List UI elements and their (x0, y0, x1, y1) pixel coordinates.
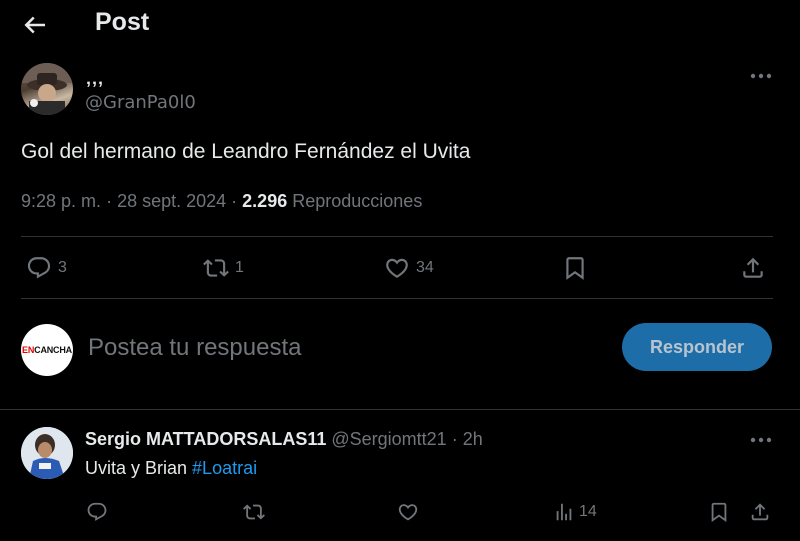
reply-separator: · (451, 429, 458, 449)
repost-count: 1 (235, 259, 244, 276)
reply-views-action[interactable]: 14 (553, 501, 597, 523)
reply-icon (87, 502, 107, 521)
reply-share-action[interactable] (749, 501, 771, 523)
more-options-icon[interactable] (748, 66, 774, 86)
author-avatar[interactable] (21, 63, 73, 115)
divider (0, 409, 800, 410)
heart-icon (398, 504, 418, 521)
share-icon (743, 257, 763, 278)
author-handle[interactable]: @GranPa0l0 (85, 92, 196, 113)
like-count: 34 (416, 259, 434, 276)
reply-author-avatar[interactable] (21, 427, 73, 479)
user-avatar[interactable]: EN CANCHA (21, 324, 73, 376)
bookmark-icon (566, 257, 584, 280)
post-date[interactable]: 28 sept. 2024 (117, 191, 226, 211)
more-options-icon[interactable] (748, 430, 774, 450)
repost-icon (203, 259, 229, 277)
reply-text-body: Uvita y Brian (85, 458, 193, 478)
share-icon (751, 503, 769, 521)
reply-author-handle[interactable]: @Sergiomtt21 (331, 429, 446, 449)
post-time[interactable]: 9:28 p. m. (21, 191, 101, 211)
reply-author-name[interactable]: Sergio MATTADORSALAS11 (85, 429, 326, 449)
repost-icon (243, 504, 265, 520)
reply-repost-action[interactable] (243, 501, 265, 523)
bookmark-icon (711, 502, 727, 523)
bookmark-action[interactable] (562, 255, 588, 281)
reply-action[interactable]: 3 (26, 255, 67, 281)
reply-views-count: 14 (579, 503, 597, 520)
reply-button[interactable]: Responder (622, 323, 772, 371)
reply-input[interactable] (88, 331, 588, 365)
heart-icon (386, 258, 408, 278)
divider (21, 236, 773, 237)
post-text: Gol del hermano de Leandro Fernández el … (21, 140, 471, 163)
like-action[interactable]: 34 (384, 255, 434, 281)
repost-action[interactable]: 1 (203, 255, 244, 281)
analytics-icon (556, 503, 572, 521)
views-label: Reproducciones (292, 191, 423, 211)
reply-text: Uvita y Brian #Loatrai (85, 458, 257, 479)
share-action[interactable] (740, 255, 766, 281)
reply-header: Sergio MATTADORSALAS11 @Sergiomtt21 · 2h (85, 429, 483, 450)
reply-reply-action[interactable] (86, 501, 108, 523)
divider (21, 298, 773, 299)
avatar-logo-black: CANCHA (34, 345, 72, 355)
reply-bookmark-action[interactable] (708, 501, 730, 523)
back-arrow-icon[interactable] (20, 10, 50, 40)
post-meta: 9:28 p. m. · 28 sept. 2024 · 2.296 Repro… (21, 191, 423, 211)
page-title: Post (95, 8, 150, 36)
hashtag-link[interactable]: #Loatrai (192, 458, 257, 478)
reply-like-action[interactable] (397, 501, 419, 523)
author-name[interactable]: ‚‚‚ (86, 68, 104, 89)
reply-icon (27, 257, 51, 279)
views-count: 2.296 (242, 191, 288, 211)
reply-age[interactable]: 2h (463, 429, 483, 449)
reply-count: 3 (58, 259, 67, 276)
avatar-logo-red: EN (22, 345, 35, 355)
